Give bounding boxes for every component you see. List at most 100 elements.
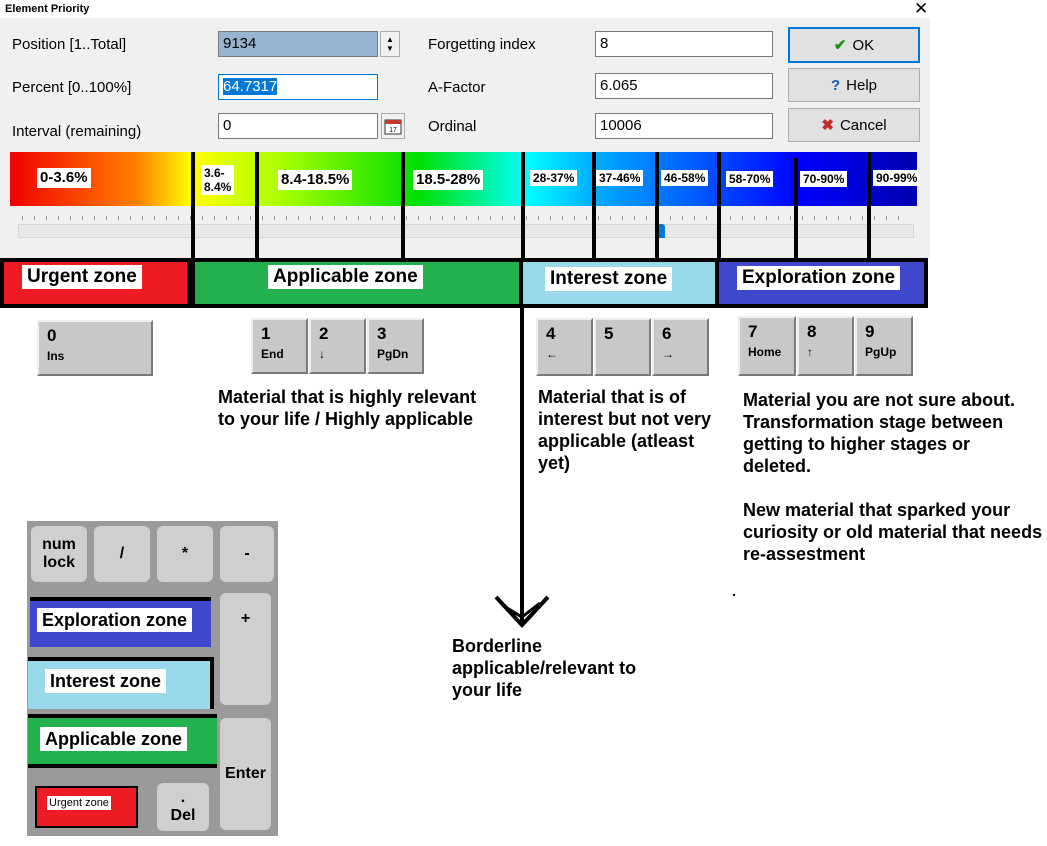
bar-label-7: 58-70% xyxy=(726,171,774,187)
key-3-num: 3 xyxy=(377,324,387,343)
afactor-input[interactable]: 6.065 xyxy=(595,73,773,99)
numpad-del: . Del xyxy=(157,783,209,831)
numpad-enter: Enter xyxy=(220,718,271,830)
forgetting-input[interactable]: 8 xyxy=(595,31,773,57)
key-3-sub: PgDn xyxy=(377,347,409,361)
key-1-num: 1 xyxy=(261,324,271,343)
key-0: 0 Ins xyxy=(37,320,153,376)
help-button[interactable]: ? Help xyxy=(788,68,920,102)
applicable-description: Material that is highly relevant to your… xyxy=(218,387,477,429)
key-9-sub: PgUp xyxy=(865,345,897,359)
forgetting-label: Forgetting index xyxy=(428,36,536,53)
key-5-num: 5 xyxy=(604,324,614,343)
divider-line xyxy=(401,152,405,258)
key-6-num: 6 xyxy=(662,324,672,343)
bar-label-9: 90-99% xyxy=(873,170,921,186)
key-6: 6 → xyxy=(652,318,709,376)
slider-ticks xyxy=(22,216,910,220)
key-0-num: 0 xyxy=(47,326,57,345)
cancel-button[interactable]: ✖ Cancel xyxy=(788,108,920,142)
borderline-arrow-icon xyxy=(494,307,550,628)
numpad-urgent-label: Urgent zone xyxy=(47,796,111,810)
numpad-interest-label: Interest zone xyxy=(45,669,167,693)
percent-label: Percent [0..100%] xyxy=(12,79,132,96)
position-spinner[interactable]: ▲ ▼ xyxy=(380,31,400,57)
key-0-sub: Ins xyxy=(47,349,65,363)
key-6-sub: → xyxy=(662,347,674,361)
bar-label-3: 18.5-28% xyxy=(413,170,484,190)
position-label: Position [1..Total] xyxy=(12,36,127,53)
check-icon: ✔ xyxy=(833,37,847,54)
divider-line xyxy=(255,152,259,258)
close-icon[interactable]: ✕ xyxy=(914,0,928,19)
exploration-description-1: Material you are not sure about. Transfo… xyxy=(743,390,1016,476)
window-title: Element Priority xyxy=(5,3,90,15)
interval-label: Interval (remaining) xyxy=(12,123,142,140)
exploration-description-2: New material that sparked your curiosity… xyxy=(743,500,1043,564)
key-9-num: 9 xyxy=(865,322,875,341)
numpad-applicable-label: Applicable zone xyxy=(40,727,188,751)
applicable-zone-label: Applicable zone xyxy=(268,265,423,289)
numpad-star: * xyxy=(157,526,213,582)
urgent-zone-label: Urgent zone xyxy=(22,265,142,289)
numpad-del-dot: . xyxy=(180,789,186,806)
key-2-sub: ↓ xyxy=(319,347,325,361)
key-9: 9 PgUp xyxy=(855,316,913,376)
bar-label-8: 70-90% xyxy=(800,171,848,187)
x-icon: ✖ xyxy=(821,117,834,134)
key-7-num: 7 xyxy=(748,322,758,341)
key-2-num: 2 xyxy=(319,324,329,343)
divider-line xyxy=(717,152,721,258)
divider-line xyxy=(592,152,596,258)
key-7-sub: Home xyxy=(748,345,782,359)
bar-label-1: 3.6- 8.4% xyxy=(201,165,235,195)
divider-line xyxy=(655,152,659,258)
calendar-button[interactable]: 17 xyxy=(381,113,405,139)
bar-label-5: 37-46% xyxy=(596,170,644,186)
afactor-label: A-Factor xyxy=(428,79,486,96)
position-input[interactable]: 9134 xyxy=(218,31,378,57)
bar-label-0: 0-3.6% xyxy=(37,168,91,188)
key-8-num: 8 xyxy=(807,322,817,341)
key-1: 1 End xyxy=(251,318,308,374)
exploration-zone-label: Exploration zone xyxy=(737,266,901,290)
ok-label: OK xyxy=(852,36,875,54)
percent-value: 64.7317 xyxy=(223,78,278,95)
numpad-plus: + xyxy=(220,593,271,705)
title-bar xyxy=(0,0,1047,18)
ok-button[interactable]: ✔ OK xyxy=(788,27,920,63)
cancel-label: Cancel xyxy=(839,116,887,134)
ordinal-label: Ordinal xyxy=(428,118,477,135)
divider-line xyxy=(867,152,871,258)
help-label: Help xyxy=(846,76,878,94)
numpad-numlock: num lock xyxy=(31,526,87,582)
bar-label-6: 46-58% xyxy=(661,170,709,186)
percent-input[interactable]: 64.7317 xyxy=(218,74,378,100)
divider-line xyxy=(521,152,525,258)
interest-zone-label: Interest zone xyxy=(545,267,673,291)
bar-label-4: 28-37% xyxy=(530,170,578,186)
key-2: 2 ↓ xyxy=(309,318,366,374)
stray-dot xyxy=(733,594,735,596)
numpad-slash: / xyxy=(94,526,150,582)
key-8: 8 ↑ xyxy=(797,316,854,376)
svg-text:17: 17 xyxy=(389,127,397,134)
key-7: 7 Home xyxy=(738,316,796,376)
key-3: 3 PgDn xyxy=(367,318,424,374)
numpad-exploration-label: Exploration zone xyxy=(37,608,193,632)
key-1-sub: End xyxy=(261,347,284,361)
borderline-description: Borderline applicable/relevant to your l… xyxy=(452,636,637,700)
key-5: 5 xyxy=(594,318,651,376)
numpad-minus: - xyxy=(220,526,274,582)
question-icon: ? xyxy=(830,76,841,94)
key-8-sub: ↑ xyxy=(807,345,813,359)
spin-down-icon[interactable]: ▼ xyxy=(386,44,394,53)
interval-input[interactable]: 0 xyxy=(218,113,378,139)
ordinal-input[interactable]: 10006 xyxy=(595,113,773,139)
calendar-icon: 17 xyxy=(384,119,402,135)
divider-line xyxy=(191,152,195,258)
divider-line xyxy=(794,158,798,258)
priority-slider-track[interactable] xyxy=(18,224,914,238)
numpad-del-label: Del xyxy=(170,807,196,824)
spin-up-icon[interactable]: ▲ xyxy=(386,35,394,44)
